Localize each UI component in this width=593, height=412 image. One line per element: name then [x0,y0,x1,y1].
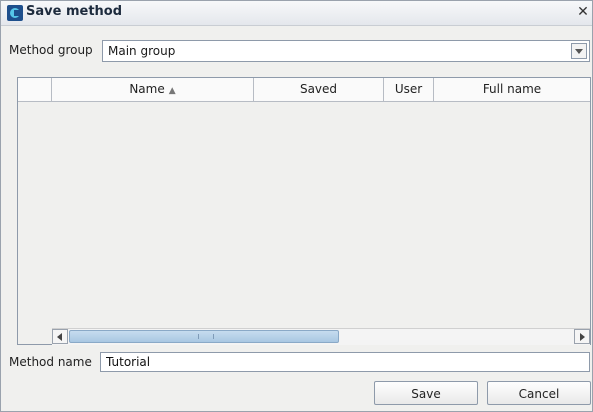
grip-icon [198,334,214,339]
scroll-left-icon[interactable] [52,329,68,344]
method-group-value: Main group [108,44,176,58]
column-header-full-name[interactable]: Full name [434,78,590,101]
scrollbar-thumb[interactable] [69,330,339,343]
title-bar[interactable]: Save method ✕ [1,1,592,26]
close-icon[interactable]: ✕ [574,3,592,21]
table-body[interactable] [18,102,590,326]
row-header-corner [18,78,52,101]
save-method-dialog: Save method ✕ Method group Main group Na… [0,0,593,412]
column-header-saved[interactable]: Saved [254,78,384,101]
dialog-title: Save method [26,4,123,19]
horizontal-scrollbar[interactable] [52,328,590,345]
column-header-name-label: Name [129,82,165,96]
column-header-saved-label: Saved [299,82,338,96]
sort-ascending-icon: ▲ [168,86,176,96]
table-header: Name ▲ Saved User Full name [18,78,590,102]
save-button[interactable]: Save [374,381,478,405]
column-header-user-label: User [394,82,423,96]
column-header-full-name-label: Full name [482,82,542,96]
scroll-right-icon[interactable] [574,329,590,344]
method-group-select[interactable]: Main group [102,40,590,62]
methods-table: Name ▲ Saved User Full name [17,77,591,345]
column-header-name[interactable]: Name ▲ [52,78,254,101]
column-header-user[interactable]: User [384,78,434,101]
method-name-label: Method name [9,355,92,369]
chevron-down-icon[interactable] [571,43,587,59]
cancel-button[interactable]: Cancel [487,381,591,405]
method-name-input[interactable] [100,352,590,372]
method-group-label: Method group [9,43,93,57]
app-logo-icon [7,5,23,21]
